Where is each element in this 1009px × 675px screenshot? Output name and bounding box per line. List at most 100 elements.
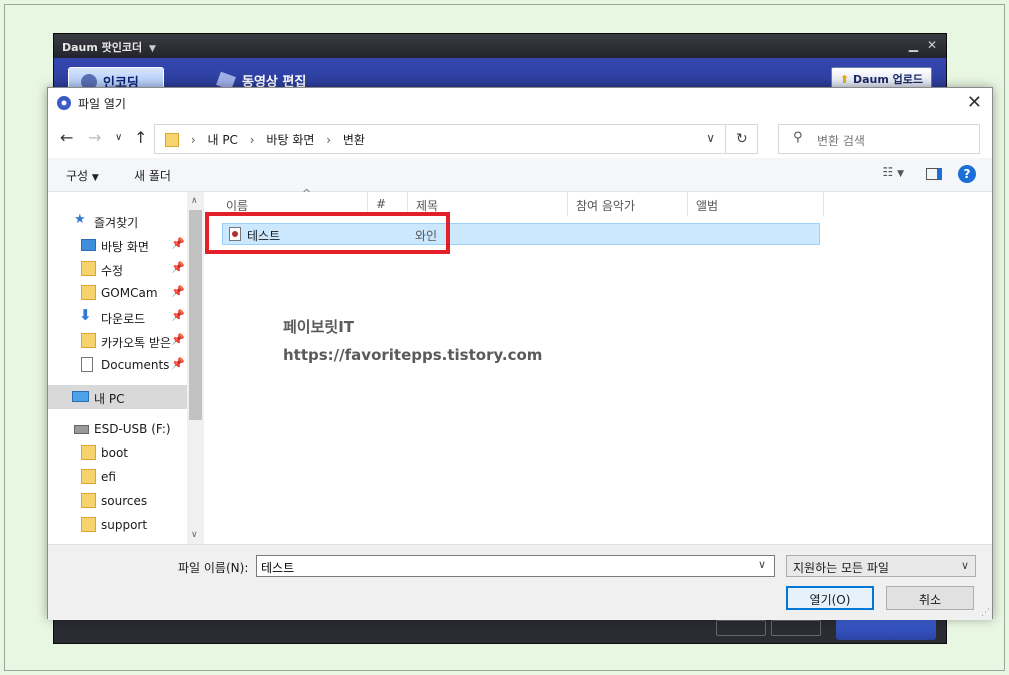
folder-icon [81,493,96,508]
watermark-title: 페이보릿IT [283,318,355,336]
scroll-up-icon[interactable]: ∧ [191,196,198,206]
breadcrumb-separator: › [326,133,332,147]
nav-folder-edit[interactable]: 수정 📌 [48,257,187,281]
column-header-album[interactable]: 앨범 [688,192,824,216]
open-button[interactable]: 열기(O) [786,586,874,610]
refresh-icon[interactable]: ↻ [725,125,757,153]
nav-folder-boot[interactable]: boot [48,441,187,465]
up-arrow-icon[interactable]: ↑ [134,128,147,147]
organize-button[interactable]: 구성 ▼ [66,167,99,184]
folder-icon [81,261,96,276]
nav-folder-support-label: support [101,518,148,532]
nav-quick-access[interactable]: ★ 즐겨찾기 [48,209,187,233]
filename-label: 파일 이름(N): [178,561,249,575]
bg-bottom-button-2[interactable] [771,620,821,636]
encode-start-button[interactable] [836,618,936,640]
filetype-selected-value: 지원하는 모든 파일 [793,561,889,575]
search-placeholder: 변환 검색 [817,134,865,148]
folder-icon [81,469,96,484]
download-arrow-icon: ⬇ [79,306,92,324]
folder-icon [81,333,96,348]
nav-documents[interactable]: Documents 📌 [48,353,187,377]
nav-scrollbar[interactable]: ∧ ∨ [187,192,204,544]
nav-quick-access-label: 즐겨찾기 [94,216,139,230]
nav-scrollbar-thumb[interactable] [189,210,202,420]
nav-folder-kakaotalk-label: 카카오톡 받은 [101,336,172,350]
daum-upload-button[interactable]: ⬆ Daum 업로드 [830,67,932,89]
nav-this-pc-label: 내 PC [94,392,125,406]
command-bar: 구성 ▼ 새 폴더 ☷ ▼ ? [48,158,992,192]
address-bar[interactable]: › 내 PC › 바탕 화면 › 변환 ∨ ↻ [154,124,758,154]
nav-usb-drive[interactable]: ESD-USB (F:) [48,417,187,441]
dialog-titlebar: 파일 열기 ✕ [48,88,992,118]
nav-desktop[interactable]: 바탕 화면 📌 [48,233,187,257]
navigation-bar: ← → ∨ ↑ › 내 PC › 바탕 화면 › 변환 ∨ ↻ ⚲ 변환 검색 [48,120,992,156]
background-app-titlebar: Daum 팟인코더 ▼ ▁ ✕ [54,34,946,58]
nav-folder-kakaotalk[interactable]: 카카오톡 받은 📌 [48,329,187,353]
file-open-dialog: 파일 열기 ✕ ← → ∨ ↑ › 내 PC › 바탕 화면 › 변환 ∨ ↻ … [47,87,993,620]
daum-upload-label: Daum 업로드 [852,73,923,86]
nav-desktop-label: 바탕 화면 [101,240,149,254]
nav-this-pc[interactable]: 내 PC [48,385,187,409]
star-icon: ★ [74,212,86,227]
document-icon [81,357,93,372]
nav-documents-label: Documents [101,358,170,372]
view-options-icon[interactable]: ☷ ▼ [883,165,905,179]
help-icon[interactable]: ? [958,165,976,183]
folder-icon [81,445,96,460]
scroll-down-icon[interactable]: ∨ [191,530,198,540]
nav-folder-support[interactable]: support [48,513,187,537]
pin-icon[interactable]: 📌 [171,237,185,250]
nav-folder-sources[interactable]: sources [48,489,187,513]
filename-input[interactable] [256,555,775,577]
pin-icon[interactable]: 📌 [171,261,185,274]
breadcrumb-separator: › [249,133,255,147]
recent-locations-icon[interactable]: ∨ [115,132,122,143]
search-input[interactable]: ⚲ 변환 검색 [778,124,980,154]
cancel-button[interactable]: 취소 [886,586,974,610]
nav-folder-sources-label: sources [101,494,148,508]
breadcrumb-this-pc[interactable]: 내 PC [207,133,237,147]
back-arrow-icon[interactable]: ← [60,128,73,147]
resize-grip-icon[interactable]: ⋰ [981,608,990,618]
computer-icon [72,391,89,402]
new-folder-button[interactable]: 새 폴더 [134,167,171,184]
preview-pane-icon[interactable] [926,165,942,183]
breadcrumb-desktop[interactable]: 바탕 화면 [266,133,314,147]
dialog-title: 파일 열기 [78,97,126,111]
nav-folder-edit-label: 수정 [101,264,124,278]
dialog-bottom-bar: 파일 이름(N): ∨ 지원하는 모든 파일 ∨ 열기(O) 취소 ⋰ [48,544,992,620]
forward-arrow-icon[interactable]: → [88,128,101,147]
folder-icon [81,517,96,532]
chevron-down-icon[interactable]: ▼ [149,44,156,54]
nav-folder-gomcam[interactable]: GOMCam 📌 [48,281,187,305]
nav-downloads-label: 다운로드 [101,312,146,326]
desktop-icon [81,239,96,251]
pin-icon[interactable]: 📌 [171,285,185,298]
column-header-artist[interactable]: 참여 음악가 [568,192,688,216]
pin-icon[interactable]: 📌 [171,357,185,370]
nav-downloads[interactable]: ⬇ 다운로드 📌 [48,305,187,329]
chevron-down-icon: ∨ [960,559,969,572]
chevron-down-icon[interactable]: ∨ [758,558,766,571]
pin-icon[interactable]: 📌 [171,333,185,346]
sort-ascending-icon: ^ [302,187,312,200]
organize-label: 구성 [66,169,89,183]
bg-bottom-button-1[interactable] [716,620,766,636]
folder-icon [165,133,179,147]
column-header-name-label: 이름 [226,199,249,213]
chevron-down-icon: ▼ [91,173,99,183]
nav-folder-gomcam-label: GOMCam [101,286,158,300]
minimize-icon[interactable]: ▁ [909,38,918,52]
watermark-url: https://favoritepps.tistory.com [283,346,543,364]
pin-icon[interactable]: 📌 [171,309,185,322]
breadcrumb-convert[interactable]: 변환 [343,133,365,147]
navigation-pane: ★ 즐겨찾기 바탕 화면 📌 수정 📌 GOMCam 📌 ⬇ 다운로드 📌 카카… [48,192,204,544]
nav-folder-efi[interactable]: efi [48,465,187,489]
filetype-select[interactable]: 지원하는 모든 파일 ∨ [786,555,976,577]
close-icon[interactable]: ✕ [967,92,982,113]
chevron-down-icon[interactable]: ∨ [706,131,715,145]
close-icon[interactable]: ✕ [927,38,937,52]
background-app-title: Daum 팟인코더 [62,41,143,54]
search-icon: ⚲ [793,130,803,145]
